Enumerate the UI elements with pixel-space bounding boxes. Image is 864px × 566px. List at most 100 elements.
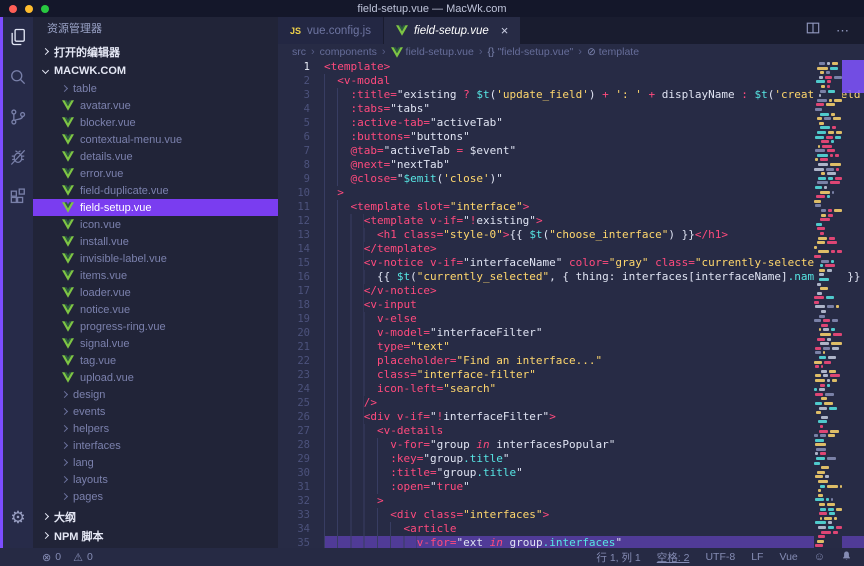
status-item[interactable]: Vue xyxy=(779,551,797,563)
code-line-12[interactable]: 12<template v-if="!existing"> xyxy=(278,214,864,228)
status-item[interactable]: 行 1, 列 1 xyxy=(596,550,640,565)
code-line-22[interactable]: 22placeholder="Find an interface..." xyxy=(278,354,864,368)
zoom-window-button[interactable] xyxy=(41,5,49,13)
sidebar-item-install-vue[interactable]: install.vue xyxy=(33,233,278,250)
settings-gear-icon[interactable]: ⚙ xyxy=(3,498,33,538)
code-line-19[interactable]: 19v-else xyxy=(278,312,864,326)
code-editor[interactable]: 1<template>2<v-modal3:title="existing ? … xyxy=(278,60,864,548)
sidebar-item-details-vue[interactable]: details.vue xyxy=(33,148,278,165)
minimap-segment xyxy=(821,324,828,327)
status-item[interactable]: UTF-8 xyxy=(705,551,735,563)
code-line-2[interactable]: 2<v-modal xyxy=(278,74,864,88)
code-line-24[interactable]: 24icon-left="search" xyxy=(278,382,864,396)
code-line-5[interactable]: 5:active-tab="activeTab" xyxy=(278,116,864,130)
code-line-20[interactable]: 20v-model="interfaceFilter" xyxy=(278,326,864,340)
sidebar-item-lang[interactable]: lang xyxy=(33,454,278,471)
smiley-icon[interactable]: ☺ xyxy=(814,551,825,563)
code-line-7[interactable]: 7@tab="activeTab = $event" xyxy=(278,144,864,158)
minimap[interactable] xyxy=(814,60,842,548)
outline-section[interactable]: 大纲 xyxy=(33,507,278,526)
debug-icon[interactable] xyxy=(3,137,33,177)
split-editor-icon[interactable] xyxy=(806,21,820,40)
code-line-30[interactable]: 30:title="group.title" xyxy=(278,466,864,480)
breadcrumb-item[interactable]: src xyxy=(292,46,306,58)
tab-field-setup-vue[interactable]: field-setup.vue × xyxy=(384,17,520,44)
tab-vue-config-js[interactable]: JS vue.config.js xyxy=(278,17,383,44)
extensions-icon[interactable] xyxy=(3,177,33,217)
breadcrumb-item[interactable]: components xyxy=(320,46,377,58)
code-line-6[interactable]: 6:buttons="buttons" xyxy=(278,130,864,144)
code-line-18[interactable]: 18<v-input xyxy=(278,298,864,312)
scrollbar-thumb[interactable] xyxy=(842,60,864,93)
sidebar-item-icon-vue[interactable]: icon.vue xyxy=(33,216,278,233)
status-item[interactable]: 空格: 2 xyxy=(657,550,690,565)
breadcrumb-separator: › xyxy=(578,46,582,58)
sidebar-item-upload-vue[interactable]: upload.vue xyxy=(33,369,278,386)
close-window-button[interactable] xyxy=(9,5,17,13)
minimap-row xyxy=(814,241,842,244)
minimap-row xyxy=(814,402,842,405)
code-line-25[interactable]: 25/> xyxy=(278,396,864,410)
sidebar-item-loader-vue[interactable]: loader.vue xyxy=(33,284,278,301)
sidebar-item-helpers[interactable]: helpers xyxy=(33,420,278,437)
sidebar-item-notice-vue[interactable]: notice.vue xyxy=(33,301,278,318)
code-line-9[interactable]: 9@close="$emit('close')" xyxy=(278,172,864,186)
code-line-31[interactable]: 31:open="true" xyxy=(278,480,864,494)
code-line-29[interactable]: 29:key="group.title" xyxy=(278,452,864,466)
npm-scripts-section[interactable]: NPM 脚本 xyxy=(33,526,278,545)
code-line-3[interactable]: 3:title="existing ? $t('update_field') +… xyxy=(278,88,864,102)
sidebar-item-pages[interactable]: pages xyxy=(33,488,278,505)
more-actions-icon[interactable]: ⋯ xyxy=(836,23,850,39)
sidebar-item-items-vue[interactable]: items.vue xyxy=(33,267,278,284)
code-line-1[interactable]: 1<template> xyxy=(278,60,864,74)
problems-status[interactable]: ⊗0 ⚠0 xyxy=(42,551,93,564)
code-line-27[interactable]: 27<v-details xyxy=(278,424,864,438)
code-line-16[interactable]: 16{{ $t("currently_selected", { thing: i… xyxy=(278,270,864,284)
sidebar-item-table[interactable]: table xyxy=(33,80,278,97)
code-line-33[interactable]: 33<div class="interfaces"> xyxy=(278,508,864,522)
code-line-8[interactable]: 8@next="nextTab" xyxy=(278,158,864,172)
sidebar-item-layouts[interactable]: layouts xyxy=(33,471,278,488)
bell-icon[interactable] xyxy=(841,550,852,565)
sidebar-item-progress-ring-vue[interactable]: progress-ring.vue xyxy=(33,318,278,335)
workspace-section[interactable]: MACWK.COM xyxy=(33,61,278,80)
breadcrumb-item[interactable]: ⊘template xyxy=(587,46,639,58)
sidebar-item-invisible-label-vue[interactable]: invisible-label.vue xyxy=(33,250,278,267)
sidebar-item-avatar-vue[interactable]: avatar.vue xyxy=(33,97,278,114)
close-icon[interactable]: × xyxy=(501,23,509,38)
code-line-15[interactable]: 15<v-notice v-if="interfaceName" color="… xyxy=(278,256,864,270)
code-line-17[interactable]: 17</v-notice> xyxy=(278,284,864,298)
sidebar-item-design[interactable]: design xyxy=(33,386,278,403)
sidebar-item-field-duplicate-vue[interactable]: field-duplicate.vue xyxy=(33,182,278,199)
code-line-34[interactable]: 34<article xyxy=(278,522,864,536)
explorer-icon[interactable] xyxy=(3,17,33,57)
source-control-icon[interactable] xyxy=(3,97,33,137)
status-item[interactable]: LF xyxy=(751,551,763,563)
breadcrumb-item[interactable]: {}"field-setup.vue" xyxy=(488,46,574,58)
code-line-35[interactable]: 35v-for="ext in group.interfaces" xyxy=(278,536,864,548)
code-line-23[interactable]: 23class="interface-filter" xyxy=(278,368,864,382)
search-icon[interactable] xyxy=(3,57,33,97)
sidebar-item-events[interactable]: events xyxy=(33,403,278,420)
warning-status[interactable]: ⚠0 xyxy=(73,551,93,564)
code-line-14[interactable]: 14</template> xyxy=(278,242,864,256)
code-line-21[interactable]: 21type="text" xyxy=(278,340,864,354)
sidebar-item-tag-vue[interactable]: tag.vue xyxy=(33,352,278,369)
code-line-26[interactable]: 26<div v-if="!interfaceFilter"> xyxy=(278,410,864,424)
open-editors-section[interactable]: 打开的编辑器 xyxy=(33,42,278,61)
code-line-28[interactable]: 28v-for="group in interfacesPopular" xyxy=(278,438,864,452)
sidebar-item-field-setup-vue[interactable]: field-setup.vue xyxy=(33,199,278,216)
breadcrumb-item[interactable]: field-setup.vue xyxy=(391,46,474,58)
code-line-13[interactable]: 13<h1 class="style-0">{{ $t("choose_inte… xyxy=(278,228,864,242)
minimize-window-button[interactable] xyxy=(25,5,33,13)
code-line-32[interactable]: 32> xyxy=(278,494,864,508)
sidebar-item-interfaces[interactable]: interfaces xyxy=(33,437,278,454)
sidebar-item-blocker-vue[interactable]: blocker.vue xyxy=(33,114,278,131)
sidebar-item-signal-vue[interactable]: signal.vue xyxy=(33,335,278,352)
code-line-11[interactable]: 11<template slot="interface"> xyxy=(278,200,864,214)
code-line-4[interactable]: 4:tabs="tabs" xyxy=(278,102,864,116)
error-status[interactable]: ⊗0 xyxy=(42,551,61,564)
sidebar-item-contextual-menu-vue[interactable]: contextual-menu.vue xyxy=(33,131,278,148)
sidebar-item-error-vue[interactable]: error.vue xyxy=(33,165,278,182)
code-line-10[interactable]: 10> xyxy=(278,186,864,200)
